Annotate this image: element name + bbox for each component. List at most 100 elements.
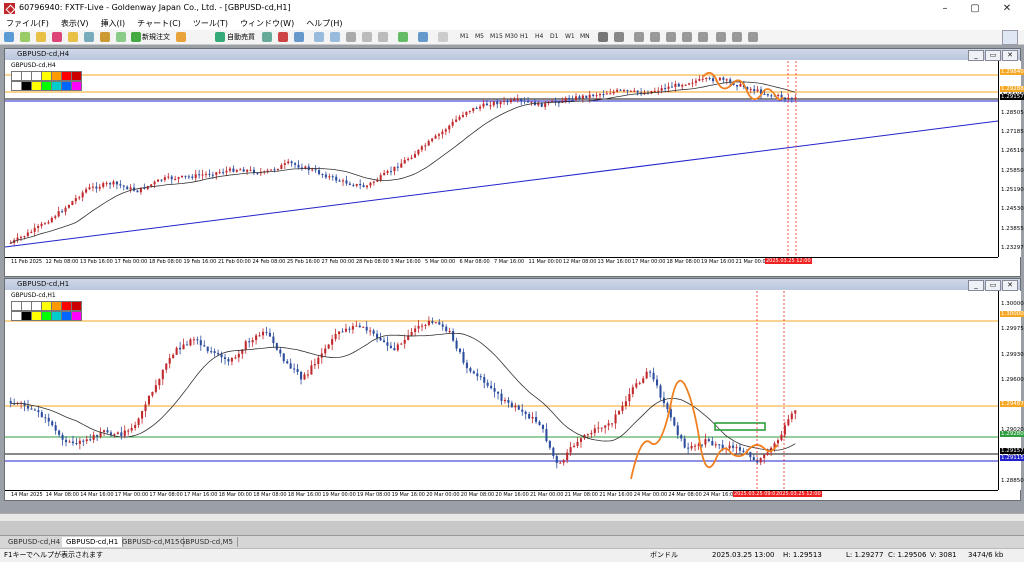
fibonacci-icon[interactable] bbox=[698, 32, 708, 42]
templates-icon[interactable] bbox=[438, 32, 448, 42]
timeframe-h1[interactable]: H1 bbox=[520, 32, 528, 42]
history-icon[interactable] bbox=[116, 32, 126, 42]
crosshair-icon[interactable] bbox=[614, 32, 624, 42]
palette-swatch[interactable] bbox=[71, 311, 82, 321]
arrows-icon[interactable] bbox=[748, 32, 758, 42]
h1-candle bbox=[313, 364, 316, 366]
price-axis[interactable]: 1.298401.291051.285051.271851.265101.258… bbox=[998, 61, 1024, 257]
h4-candle bbox=[520, 99, 523, 101]
auto-trade-icon[interactable] bbox=[215, 32, 225, 42]
new-order-icon[interactable] bbox=[131, 32, 141, 42]
chart-tab[interactable]: GBPUSD-cd,M5 bbox=[176, 537, 238, 547]
terminal-icon[interactable] bbox=[84, 32, 94, 42]
h1-candle bbox=[452, 330, 455, 341]
profiles-icon[interactable] bbox=[20, 32, 30, 42]
label-icon[interactable] bbox=[732, 32, 742, 42]
meta-editor-icon[interactable] bbox=[176, 32, 186, 42]
time-axis[interactable]: 14 Mar 2025 14 Mar 08:00 14 Mar 16:00 17 Ma… bbox=[5, 490, 998, 500]
menu-item-3[interactable]: チャート(C) bbox=[131, 17, 187, 30]
h4-candle bbox=[598, 94, 602, 96]
tester-icon[interactable] bbox=[100, 32, 110, 42]
cursor-icon[interactable] bbox=[598, 32, 608, 42]
window-minimize-button[interactable]: _ bbox=[968, 280, 984, 291]
window-restore-button[interactable]: ▭ bbox=[985, 280, 1001, 291]
window-close-button[interactable]: ✕ bbox=[1002, 280, 1018, 291]
h1-candle bbox=[379, 337, 382, 341]
chart-tab[interactable]: GBPUSD-cd,H1 bbox=[62, 537, 124, 547]
chart-area: GBPUSD-cd,H4 _ ▭ ✕ GBPUSD-cd,H4 1.29840 1… bbox=[0, 45, 1024, 513]
h4-candle bbox=[335, 176, 338, 181]
h4-candle bbox=[427, 141, 430, 146]
periods-icon[interactable] bbox=[418, 32, 428, 42]
h4-candle bbox=[328, 176, 331, 178]
chart-tab[interactable]: GBPUSD-cd,M15 bbox=[118, 537, 185, 547]
text-icon[interactable] bbox=[716, 32, 726, 42]
new-order-button[interactable]: 新規注文 bbox=[142, 32, 170, 42]
timeframe-m5[interactable]: M5 bbox=[475, 32, 484, 42]
menu-item-4[interactable]: ツール(T) bbox=[187, 17, 234, 30]
h1-candle-chart[interactable] bbox=[5, 291, 998, 490]
chart-tab[interactable]: GBPUSD-cd,H4 bbox=[4, 537, 66, 547]
autoscroll-icon[interactable] bbox=[362, 32, 372, 42]
search-icon[interactable] bbox=[1002, 30, 1018, 45]
menu-item-2[interactable]: 挿入(I) bbox=[95, 17, 132, 30]
chart-shift-icon[interactable] bbox=[378, 32, 388, 42]
navigator-icon[interactable] bbox=[68, 32, 78, 42]
time-axis[interactable]: 11 Feb 2025 12 Feb 08:00 13 Feb 16:00 17 Fe… bbox=[5, 257, 998, 267]
menu-item-1[interactable]: 表示(V) bbox=[55, 17, 95, 30]
timeframe-d1[interactable]: D1 bbox=[550, 32, 558, 42]
h1-candle bbox=[386, 342, 389, 346]
timeframe-m1[interactable]: M1 bbox=[460, 32, 469, 42]
window-minimize-button[interactable]: _ bbox=[968, 50, 984, 61]
h1-candle bbox=[372, 330, 375, 334]
zoom-in-icon[interactable] bbox=[314, 32, 324, 42]
vertical-line-icon[interactable] bbox=[634, 32, 644, 42]
chart-window-h1[interactable]: GBPUSD-cd,H1 _ ▭ ✕ GBPUSD-cd,H1 1.30000 1… bbox=[4, 278, 1024, 501]
h4-candle bbox=[681, 84, 684, 87]
time-label: 6 Mar 08:00 bbox=[459, 259, 490, 265]
timeframe-w1[interactable]: W1 bbox=[565, 32, 575, 42]
menu-item-6[interactable]: ヘルプ(H) bbox=[300, 17, 348, 30]
new-chart-icon[interactable] bbox=[4, 32, 14, 42]
h1-candle bbox=[538, 421, 541, 425]
auto-trade-button[interactable]: 自動売買 bbox=[227, 32, 255, 42]
palette-swatch[interactable] bbox=[71, 81, 82, 91]
h4-candle bbox=[622, 90, 626, 92]
palette-swatch[interactable] bbox=[71, 301, 82, 311]
close-button[interactable]: ✕ bbox=[992, 0, 1022, 17]
h4-candle bbox=[98, 186, 101, 189]
window-close-button[interactable]: ✕ bbox=[1002, 50, 1018, 61]
chart-window-h4[interactable]: GBPUSD-cd,H4 _ ▭ ✕ GBPUSD-cd,H4 1.29840 1… bbox=[4, 48, 1024, 277]
h1-candle bbox=[794, 410, 797, 414]
h1-candle bbox=[441, 324, 444, 327]
folder-icon[interactable] bbox=[36, 32, 46, 42]
timeframe-mn[interactable]: MN bbox=[580, 32, 590, 42]
h1-candle bbox=[635, 383, 638, 388]
horizontal-line-icon[interactable] bbox=[650, 32, 660, 42]
indicators-icon[interactable] bbox=[398, 32, 408, 42]
bar-chart-icon[interactable] bbox=[262, 32, 272, 42]
channel-icon[interactable] bbox=[682, 32, 692, 42]
candlestick-icon[interactable] bbox=[278, 32, 288, 42]
palette-swatch[interactable] bbox=[71, 71, 82, 81]
market-watch-icon[interactable] bbox=[52, 32, 62, 42]
window-restore-button[interactable]: ▭ bbox=[985, 50, 1001, 61]
time-label: 21 Mar 08:00 bbox=[564, 492, 598, 498]
h1-candle bbox=[293, 368, 296, 370]
price-axis[interactable]: 1.300001.299751.299301.296001.293501.290… bbox=[998, 291, 1024, 490]
tile-windows-icon[interactable] bbox=[346, 32, 356, 42]
timeframe-m15[interactable]: M15 bbox=[490, 32, 503, 42]
h4-candle-chart[interactable] bbox=[5, 61, 998, 257]
line-chart-icon[interactable] bbox=[294, 32, 304, 42]
menu-item-5[interactable]: ウィンドウ(W) bbox=[234, 17, 300, 30]
trendline-icon[interactable] bbox=[666, 32, 676, 42]
menu-item-0[interactable]: ファイル(F) bbox=[0, 17, 55, 30]
h4-candle bbox=[420, 146, 423, 150]
timeframe-h4[interactable]: H4 bbox=[535, 32, 543, 42]
minimize-button[interactable]: – bbox=[930, 0, 960, 17]
timeframe-m30[interactable]: M30 bbox=[505, 32, 518, 42]
h4-candle bbox=[574, 96, 578, 101]
maximize-button[interactable]: ▢ bbox=[960, 0, 990, 17]
h1-candle bbox=[535, 417, 538, 422]
zoom-out-icon[interactable] bbox=[330, 32, 340, 42]
